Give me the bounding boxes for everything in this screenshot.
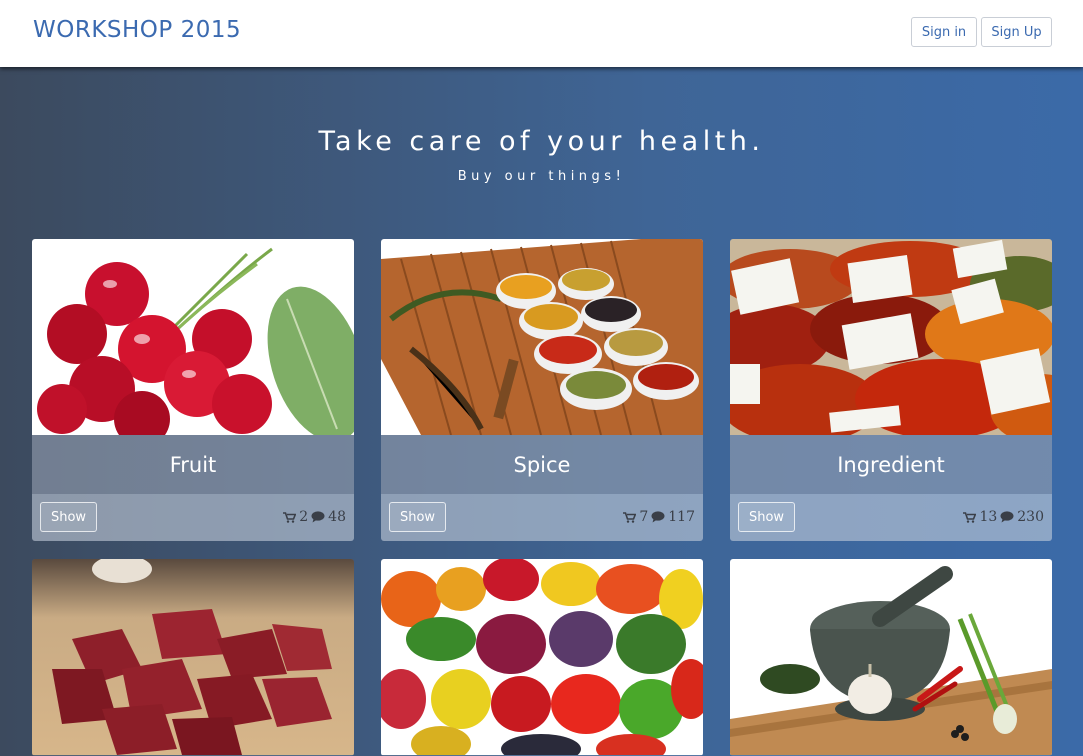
comment-count: 230 [1017,509,1044,525]
navbar: WORKSHOP 2015 Sign in Sign Up [0,0,1083,67]
card-stats: 13 230 [963,509,1044,525]
card-footer: Show 7 117 [381,494,703,541]
category-card-vegetables [381,559,703,756]
show-button[interactable]: Show [40,502,97,532]
comment-count: 117 [668,509,695,525]
card-stats: 2 48 [283,509,346,525]
hero-subtitle: Buy our things! [457,169,626,184]
cherries-photo [32,239,354,435]
comment-icon [311,511,325,523]
cart-count: 7 [639,509,649,525]
comment-icon [651,511,665,523]
category-card-ingredient: Ingredient Show 13 230 [730,239,1052,541]
cart-count: 13 [979,509,998,525]
comment-count: 48 [328,509,346,525]
cart-count: 2 [299,509,309,525]
mortar-garlic-photo [730,559,1052,755]
card-stats: 7 117 [623,509,695,525]
card-title-bar: Fruit [32,435,354,494]
card-title: Spice [513,452,571,477]
category-card-herbs [730,559,1052,756]
raw-beef-cubes-photo [32,559,354,755]
category-card-meat [32,559,354,756]
comment-icon [1000,511,1014,523]
market-spices-photo [730,239,1052,435]
card-title: Ingredient [837,452,945,477]
show-button[interactable]: Show [738,502,795,532]
sign-in-button[interactable]: Sign in [911,17,977,47]
spice-bowls-photo [381,239,703,435]
cart-icon [283,511,297,523]
cart-icon [623,511,637,523]
card-footer: Show 2 48 [32,494,354,541]
card-title-bar: Ingredient [730,435,1052,494]
sign-up-button[interactable]: Sign Up [981,17,1052,47]
show-button[interactable]: Show [389,502,446,532]
cart-icon [963,511,977,523]
category-card-fruit: Fruit Show 2 48 [32,239,354,541]
card-title-bar: Spice [381,435,703,494]
card-title: Fruit [169,452,217,477]
category-card-spice: Spice Show 7 117 [381,239,703,541]
vegetables-fruits-photo [381,559,703,755]
card-footer: Show 13 230 [730,494,1052,541]
hero-title: Take care of your health. [318,126,765,157]
brand-logo[interactable]: WORKSHOP 2015 [33,17,241,43]
